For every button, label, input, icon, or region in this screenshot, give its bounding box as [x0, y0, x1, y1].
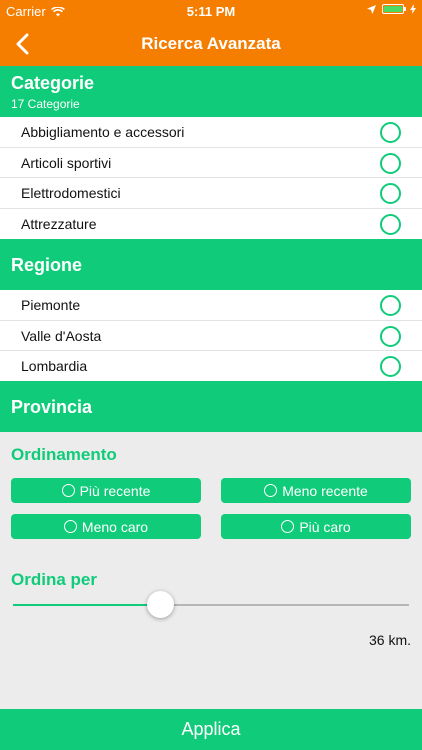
- radio-circle-icon: [61, 484, 75, 497]
- sort-option-label: Più recente: [79, 482, 151, 499]
- distance-value: 36 km.: [368, 632, 411, 648]
- radio-circle-icon[interactable]: [380, 295, 401, 316]
- radio-circle-icon: [264, 484, 278, 497]
- sort-option-label: Più caro: [299, 518, 351, 535]
- categorie-list: Abbigliamento e accessori Articoli sport…: [0, 117, 422, 239]
- regione-title: Regione: [11, 255, 83, 275]
- list-item-label: Abbigliamento e accessori: [21, 124, 185, 140]
- sort-cheapest-button[interactable]: Meno caro: [11, 514, 201, 539]
- list-item-category[interactable]: Abbigliamento e accessori: [0, 117, 422, 148]
- categorie-header[interactable]: Categorie 17 Categorie: [0, 66, 422, 117]
- categorie-count: 17 Categorie: [11, 97, 80, 111]
- provincia-title: Provincia: [11, 397, 93, 417]
- list-item-label: Lombardia: [21, 358, 88, 374]
- list-item-label: Attrezzature: [21, 215, 97, 232]
- radio-circle-icon[interactable]: [380, 183, 401, 204]
- location-arrow-icon: [367, 4, 376, 14]
- distance-slider[interactable]: [13, 591, 409, 618]
- ordinamento-title: Ordinamento: [11, 445, 117, 464]
- list-item-label: Articoli sportivi: [21, 154, 112, 171]
- status-bar: Carrier 5:11 PM: [0, 0, 422, 22]
- sort-most-expensive-button[interactable]: Più caro: [221, 514, 411, 539]
- ordina-per-title: Ordina per: [11, 570, 97, 589]
- charging-bolt-icon: [410, 4, 416, 14]
- radio-circle-icon[interactable]: [380, 325, 401, 347]
- sort-most-recent-button[interactable]: Più recente: [11, 478, 201, 503]
- list-item-label: Valle d'Aosta: [21, 327, 102, 344]
- list-item-region[interactable]: Piemonte: [0, 290, 422, 321]
- list-item-label: Piemonte: [21, 297, 81, 313]
- radio-circle-icon[interactable]: [380, 356, 401, 377]
- categorie-title: Categorie: [11, 73, 95, 93]
- list-item-category[interactable]: Attrezzature: [0, 209, 422, 240]
- slider-fill: [13, 604, 160, 606]
- regione-list: Piemonte Valle d'Aosta Lombardia: [0, 290, 422, 381]
- radio-circle-icon[interactable]: [380, 122, 401, 143]
- slider-thumb[interactable]: [146, 591, 174, 618]
- regione-header[interactable]: Regione: [0, 239, 422, 290]
- radio-circle-icon[interactable]: [380, 152, 401, 174]
- page-title: Ricerca Avanzata: [141, 34, 281, 53]
- list-item-category[interactable]: Elettrodomestici: [0, 178, 422, 209]
- navigation-bar: Ricerca Avanzata: [0, 22, 422, 66]
- list-item-category[interactable]: Articoli sportivi: [0, 148, 422, 178]
- status-right: [367, 4, 416, 14]
- battery-icon: [382, 4, 406, 14]
- list-item-label: Elettrodomestici: [21, 185, 121, 201]
- apply-button[interactable]: Applica: [0, 709, 422, 750]
- radio-circle-icon: [281, 520, 295, 533]
- radio-circle-icon: [63, 520, 77, 533]
- sort-least-recent-button[interactable]: Meno recente: [221, 478, 411, 503]
- list-item-region[interactable]: Lombardia: [0, 351, 422, 382]
- sort-option-label: Meno recente: [282, 482, 368, 499]
- provincia-header[interactable]: Provincia: [0, 381, 422, 432]
- list-item-region[interactable]: Valle d'Aosta: [0, 321, 422, 351]
- status-time: 5:11 PM: [186, 4, 236, 19]
- radio-circle-icon[interactable]: [380, 213, 401, 235]
- sort-option-label: Meno caro: [81, 518, 149, 535]
